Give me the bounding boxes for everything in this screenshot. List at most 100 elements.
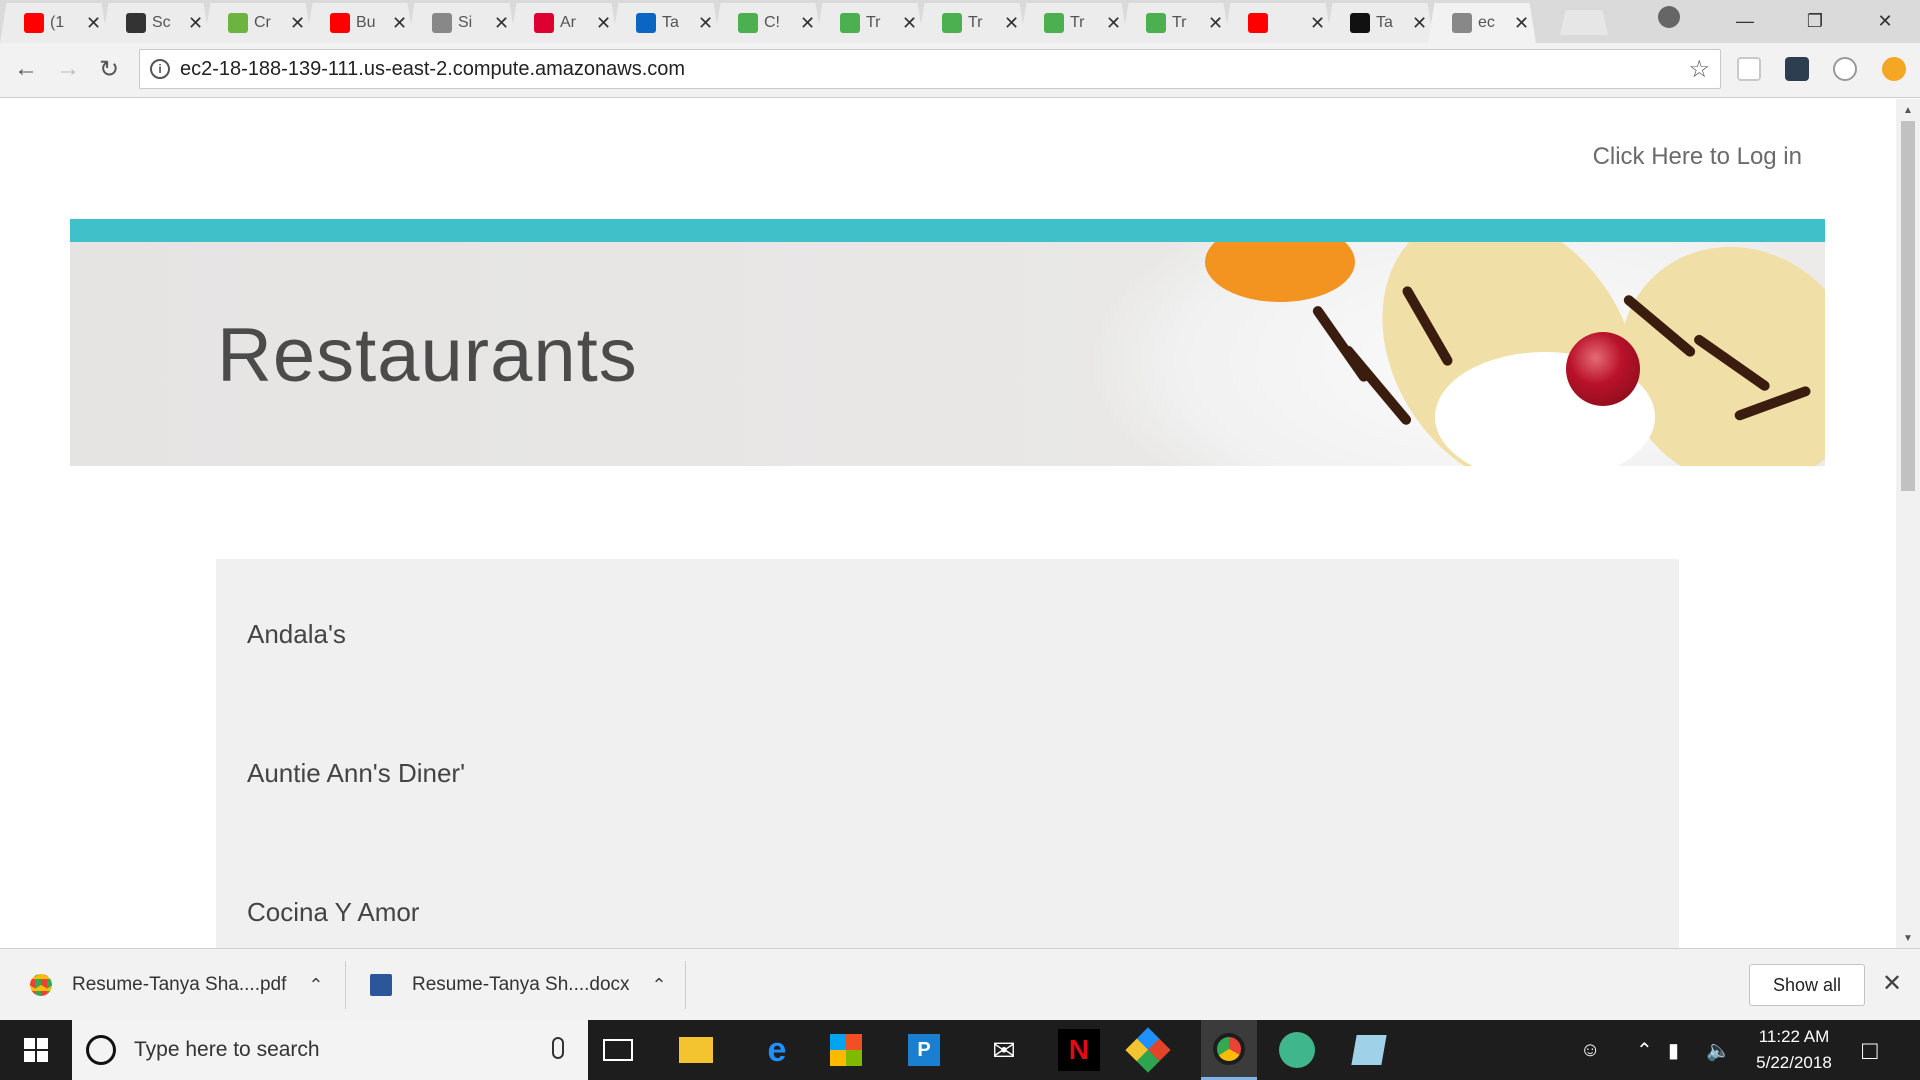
tab[interactable]: C! ✕ bbox=[714, 3, 822, 43]
restaurant-item[interactable]: Andala's bbox=[247, 619, 346, 650]
scroll-up-icon[interactable]: ▲ bbox=[1903, 105, 1913, 116]
profile-icon[interactable] bbox=[1658, 6, 1680, 28]
tab[interactable]: Sc ✕ bbox=[102, 3, 210, 43]
bookmark-star-icon[interactable]: ☆ bbox=[1688, 55, 1710, 84]
tab-title: Ta bbox=[1376, 14, 1393, 31]
tab-title: Cr bbox=[254, 14, 271, 31]
extension-u-icon[interactable] bbox=[1785, 57, 1809, 81]
tab-title: ec bbox=[1478, 14, 1495, 31]
page-scrollbar[interactable]: ▲ ▼ bbox=[1896, 99, 1920, 948]
tab-close-icon[interactable]: ✕ bbox=[1106, 13, 1121, 34]
extension-update-icon[interactable] bbox=[1882, 57, 1906, 81]
pandora-icon[interactable]: P bbox=[908, 1034, 940, 1066]
people-icon[interactable]: ☺ bbox=[1580, 1020, 1600, 1080]
download-filename: Resume-Tanya Sh....docx bbox=[412, 974, 630, 995]
restore-icon[interactable]: ❐ bbox=[1780, 11, 1850, 32]
url-text[interactable]: ec2-18-188-139-111.us-east-2.compute.ama… bbox=[180, 58, 685, 81]
github-icon bbox=[1350, 13, 1370, 33]
tab[interactable]: Ta ✕ bbox=[1326, 3, 1434, 43]
scrollbar-thumb[interactable] bbox=[1901, 121, 1915, 491]
file-explorer-icon[interactable] bbox=[679, 1037, 713, 1063]
tab-close-icon[interactable]: ✕ bbox=[188, 13, 203, 34]
browser-toolbar: ← → ↻ i ec2-18-188-139-111.us-east-2.com… bbox=[0, 43, 1920, 98]
page-icon bbox=[432, 13, 452, 33]
tab-close-icon[interactable]: ✕ bbox=[902, 13, 917, 34]
battery-icon[interactable]: ▮ bbox=[1668, 1020, 1679, 1080]
windows-logo-icon bbox=[24, 1038, 48, 1062]
word-icon bbox=[370, 974, 392, 996]
download-item[interactable]: Resume-Tanya Sha....pdf ⌃ bbox=[30, 949, 323, 1021]
chevron-up-icon[interactable]: ⌃ bbox=[1636, 1020, 1653, 1080]
tab[interactable]: Ta ✕ bbox=[612, 3, 720, 43]
tab-close-icon[interactable]: ✕ bbox=[392, 13, 407, 34]
tab[interactable]: Tr ✕ bbox=[918, 3, 1026, 43]
tab[interactable]: Bu ✕ bbox=[306, 3, 414, 43]
divider bbox=[345, 961, 346, 1009]
new-tab-button[interactable] bbox=[1560, 10, 1608, 35]
reload-icon[interactable]: ↻ bbox=[99, 55, 119, 84]
close-icon[interactable]: ✕ bbox=[1882, 969, 1902, 998]
login-link[interactable]: Click Here to Log in bbox=[1593, 143, 1802, 171]
w3schools-icon bbox=[738, 13, 758, 33]
tab-close-icon[interactable]: ✕ bbox=[1412, 13, 1427, 34]
tab-close-icon[interactable]: ✕ bbox=[1514, 13, 1529, 34]
edge-icon[interactable]: e bbox=[756, 1029, 798, 1071]
tab[interactable]: ec ✕ bbox=[1428, 3, 1536, 43]
tab-close-icon[interactable]: ✕ bbox=[596, 13, 611, 34]
extension-dots-icon[interactable] bbox=[1833, 57, 1857, 81]
tab-close-icon[interactable]: ✕ bbox=[698, 13, 713, 34]
tab-close-icon[interactable]: ✕ bbox=[1208, 13, 1223, 34]
tab[interactable]: Ar ✕ bbox=[510, 3, 618, 43]
tab-close-icon[interactable]: ✕ bbox=[86, 13, 101, 34]
tab[interactable]: Tr ✕ bbox=[816, 3, 924, 43]
netflix-icon[interactable]: N bbox=[1058, 1029, 1100, 1071]
tab[interactable]: Si ✕ bbox=[408, 3, 516, 43]
minimize-icon[interactable]: — bbox=[1710, 11, 1780, 32]
microphone-icon[interactable] bbox=[552, 1037, 564, 1059]
tab[interactable]: Tr ✕ bbox=[1020, 3, 1128, 43]
close-window-icon[interactable]: ✕ bbox=[1850, 11, 1920, 32]
notifications-icon[interactable]: □ bbox=[1862, 1020, 1878, 1080]
tab-close-icon[interactable]: ✕ bbox=[290, 13, 305, 34]
store-icon[interactable] bbox=[830, 1034, 862, 1066]
chevron-up-icon[interactable]: ⌃ bbox=[652, 975, 667, 996]
accent-bar bbox=[70, 219, 1825, 242]
download-item[interactable]: Resume-Tanya Sh....docx ⌃ bbox=[370, 949, 667, 1021]
youtube-icon bbox=[24, 13, 44, 33]
chevron-up-icon[interactable]: ⌃ bbox=[308, 975, 323, 996]
tab-title: Ar bbox=[560, 14, 576, 31]
notepad-icon[interactable] bbox=[1351, 1035, 1387, 1065]
tab[interactable]: (1 ✕ bbox=[0, 3, 108, 43]
mail-icon[interactable]: ✉ bbox=[983, 1029, 1025, 1071]
tab-title: (1 bbox=[50, 14, 65, 31]
address-bar[interactable]: i ec2-18-188-139-111.us-east-2.compute.a… bbox=[139, 49, 1721, 89]
info-icon[interactable]: i bbox=[150, 59, 170, 79]
forward-icon[interactable]: → bbox=[56, 55, 80, 83]
volume-icon[interactable]: 🔈 bbox=[1706, 1020, 1731, 1080]
show-all-button[interactable]: Show all bbox=[1749, 964, 1865, 1006]
tab-title: C! bbox=[764, 14, 780, 31]
tab-close-icon[interactable]: ✕ bbox=[1310, 13, 1325, 34]
start-button[interactable] bbox=[0, 1020, 72, 1080]
cortana-icon[interactable] bbox=[86, 1035, 116, 1065]
gitkraken-icon[interactable] bbox=[1125, 1027, 1171, 1073]
tab[interactable]: ✕ bbox=[1224, 3, 1332, 43]
restaurant-item[interactable]: Auntie Ann's Diner' bbox=[247, 758, 465, 789]
clock[interactable]: 11:22 AM 5/22/2018 bbox=[1738, 1024, 1850, 1076]
task-view-icon[interactable] bbox=[603, 1039, 633, 1061]
tab-close-icon[interactable]: ✕ bbox=[1004, 13, 1019, 34]
tab-close-icon[interactable]: ✕ bbox=[800, 13, 815, 34]
atom-icon[interactable] bbox=[1279, 1032, 1315, 1068]
taskbar-search[interactable]: Type here to search bbox=[72, 1020, 588, 1080]
tab-close-icon[interactable]: ✕ bbox=[494, 13, 509, 34]
chrome-taskbar-button[interactable] bbox=[1201, 1020, 1257, 1080]
extension-pocket-icon[interactable] bbox=[1737, 57, 1761, 81]
leaf-icon bbox=[228, 13, 248, 33]
tab[interactable]: Cr ✕ bbox=[204, 3, 312, 43]
tab-title: Tr bbox=[968, 14, 983, 31]
back-icon[interactable]: ← bbox=[14, 55, 38, 83]
restaurant-item[interactable]: Cocina Y Amor bbox=[247, 897, 419, 928]
scroll-down-icon[interactable]: ▼ bbox=[1903, 933, 1913, 944]
tab[interactable]: Tr ✕ bbox=[1122, 3, 1230, 43]
search-placeholder: Type here to search bbox=[134, 1038, 320, 1061]
